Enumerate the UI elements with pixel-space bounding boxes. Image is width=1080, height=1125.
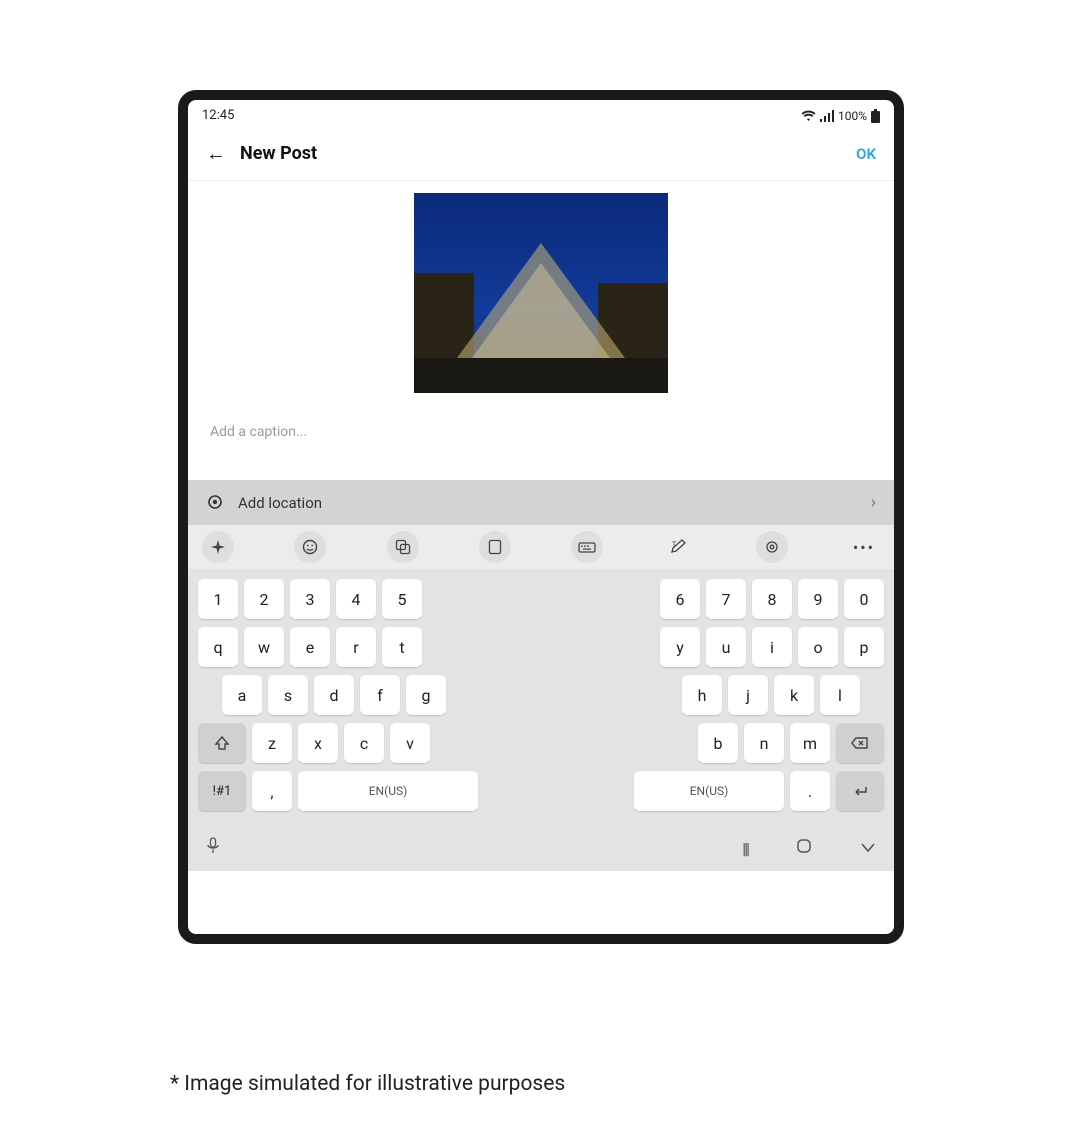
key-a[interactable]: a [222,675,262,715]
key-t[interactable]: t [382,627,422,667]
symbols-key[interactable]: !#1 [198,771,246,811]
split-keyboard: 1 2 3 4 5 6 7 8 9 0 q w e r t [188,569,894,827]
key-7[interactable]: 7 [706,579,746,619]
keyboard-toolbar: T ••• [188,525,894,569]
post-image-container [188,181,894,393]
key-p[interactable]: p [844,627,884,667]
location-pin-icon [206,494,224,512]
comma-key[interactable]: , [252,771,292,811]
recents-icon[interactable]: ||| [742,839,748,858]
ok-button[interactable]: OK [856,145,876,163]
app-header: ← New Post OK [188,129,894,181]
backspace-key[interactable] [836,723,884,763]
key-m[interactable]: m [790,723,830,763]
key-h[interactable]: h [682,675,722,715]
enter-key[interactable] [836,771,884,811]
signal-icon [820,110,834,122]
key-q[interactable]: q [198,627,238,667]
battery-percent: 100% [838,109,867,123]
space-key-right[interactable]: EN(US) [634,771,784,811]
device-frame: 12:45 100% ← New Post OK Add a caption..… [178,90,904,944]
key-r[interactable]: r [336,627,376,667]
mic-icon[interactable] [206,837,220,859]
status-time: 12:45 [202,108,234,123]
key-s[interactable]: s [268,675,308,715]
wifi-icon [801,110,816,122]
key-i[interactable]: i [752,627,792,667]
keyboard-modes-icon[interactable] [571,531,603,563]
home-icon[interactable] [796,838,812,858]
key-o[interactable]: o [798,627,838,667]
key-v[interactable]: v [390,723,430,763]
caption-placeholder: Add a caption... [210,424,307,440]
key-l[interactable]: l [820,675,860,715]
battery-icon [871,109,880,123]
back-icon[interactable]: ← [206,141,226,166]
shift-key[interactable] [198,723,246,763]
device-notch [481,90,601,100]
key-y[interactable]: y [660,627,700,667]
settings-gear-icon[interactable] [756,531,788,563]
key-g[interactable]: g [406,675,446,715]
status-indicators: 100% [801,109,880,123]
emoji-icon[interactable] [294,531,326,563]
more-icon[interactable]: ••• [848,531,880,563]
key-3[interactable]: 3 [290,579,330,619]
key-u[interactable]: u [706,627,746,667]
key-9[interactable]: 9 [798,579,838,619]
key-z[interactable]: z [252,723,292,763]
ai-sparkle-icon[interactable] [202,531,234,563]
period-key[interactable]: . [790,771,830,811]
key-8[interactable]: 8 [752,579,792,619]
key-x[interactable]: x [298,723,338,763]
key-k[interactable]: k [774,675,814,715]
key-e[interactable]: e [290,627,330,667]
page-title: New Post [240,143,317,164]
chevron-right-icon: › [871,492,876,513]
key-5[interactable]: 5 [382,579,422,619]
footnote-text: * Image simulated for illustrative purpo… [170,1072,565,1096]
key-0[interactable]: 0 [844,579,884,619]
status-bar: 12:45 100% [188,100,894,129]
add-location-label: Add location [238,494,322,512]
key-w[interactable]: w [244,627,284,667]
key-d[interactable]: d [314,675,354,715]
key-2[interactable]: 2 [244,579,284,619]
key-n[interactable]: n [744,723,784,763]
key-4[interactable]: 4 [336,579,376,619]
caption-input[interactable]: Add a caption... [188,393,894,480]
translate-icon[interactable] [387,531,419,563]
key-j[interactable]: j [728,675,768,715]
clipboard-icon[interactable] [479,531,511,563]
back-nav-icon[interactable] [860,839,876,858]
key-f[interactable]: f [360,675,400,715]
key-6[interactable]: 6 [660,579,700,619]
post-image[interactable] [414,193,668,393]
handwriting-icon[interactable]: T [663,531,695,563]
key-1[interactable]: 1 [198,579,238,619]
key-b[interactable]: b [698,723,738,763]
add-location-row[interactable]: Add location › [188,480,894,525]
space-key-left[interactable]: EN(US) [298,771,478,811]
key-c[interactable]: c [344,723,384,763]
system-nav-bar: ||| [188,827,894,871]
